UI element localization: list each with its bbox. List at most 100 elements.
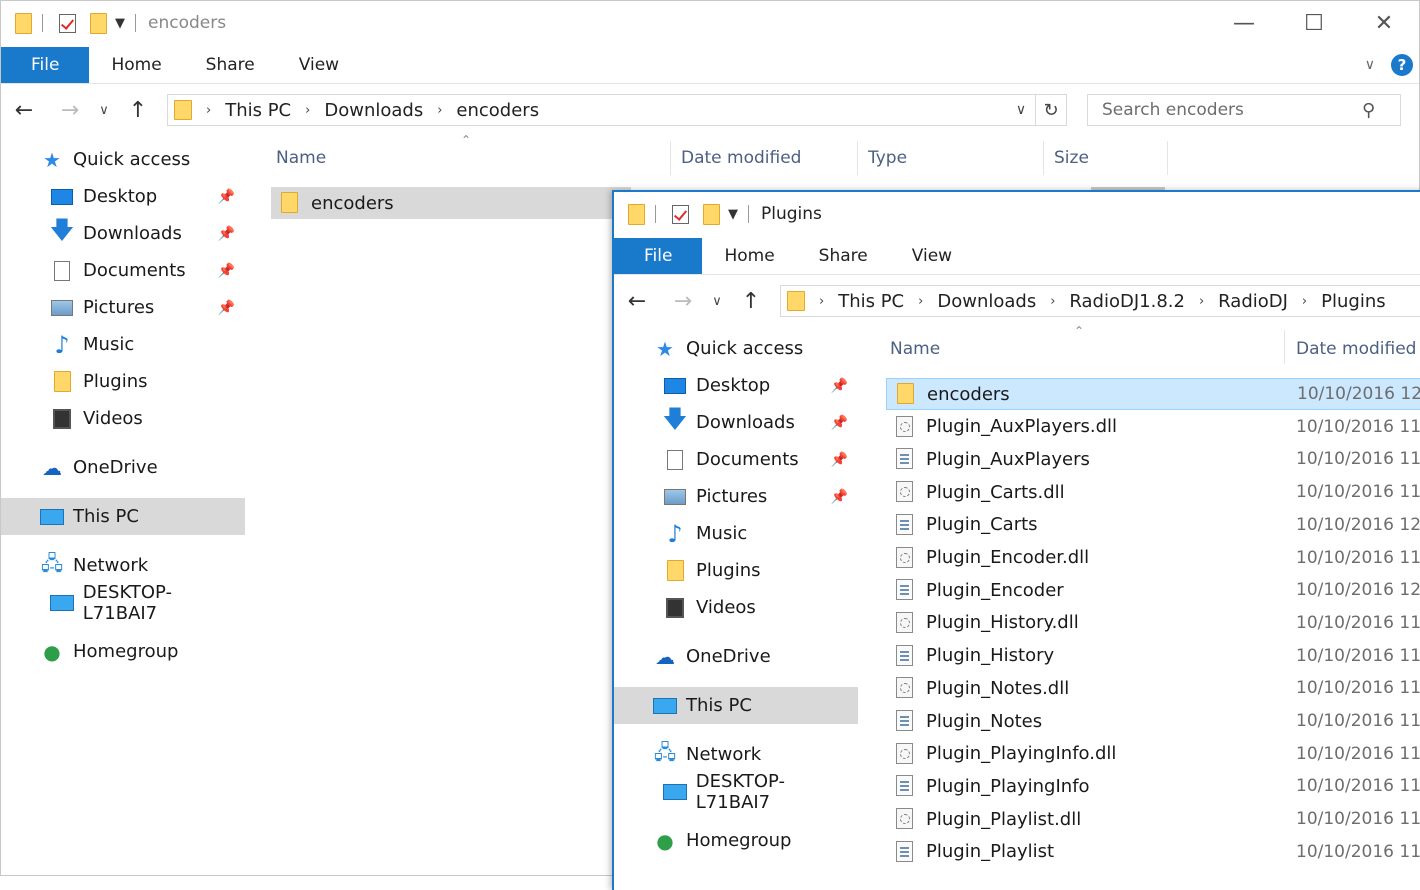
nav-plugins[interactable]: Plugins	[1, 363, 245, 400]
forward-arrow-icon[interactable]: →	[47, 98, 93, 123]
file-row[interactable]: Plugin_AuxPlayers.dll 10/10/2016 11:5	[886, 411, 1420, 443]
tab-view[interactable]: View	[890, 238, 974, 274]
nav-pictures[interactable]: Pictures 📌	[1, 289, 245, 326]
nav-documents[interactable]: Documents 📌	[614, 441, 858, 478]
nav-desktop[interactable]: Desktop 📌	[614, 367, 858, 404]
nav-this-pc[interactable]: This PC	[614, 687, 858, 724]
file-row[interactable]: encoders 10/10/2016 12:0	[886, 378, 1420, 410]
tab-view[interactable]: View	[277, 47, 361, 83]
column-header-type[interactable]: Type	[868, 143, 907, 173]
breadcrumb-chevron-icon[interactable]: ›	[1199, 294, 1204, 309]
back-arrow-icon[interactable]: ←	[1, 98, 47, 123]
column-header-date-modified[interactable]: Date modified	[1296, 334, 1416, 364]
nav-documents[interactable]: Documents 📌	[1, 252, 245, 289]
breadcrumb-chevron-icon[interactable]: ›	[1302, 294, 1307, 309]
nav-videos[interactable]: Videos	[614, 589, 858, 626]
close-button[interactable]: ✕	[1349, 11, 1419, 36]
column-divider[interactable]	[1043, 141, 1044, 175]
recent-locations-chevron-icon[interactable]: ∨	[93, 103, 115, 118]
pin-icon[interactable]: 📌	[831, 489, 848, 505]
file-row[interactable]: Plugin_Playlist.dll 10/10/2016 11:5	[886, 803, 1420, 835]
column-header-size[interactable]: Size	[1054, 143, 1089, 173]
tab-file[interactable]: File	[614, 238, 703, 274]
nav-downloads[interactable]: 🡇 Downloads 📌	[614, 404, 858, 441]
maximize-button[interactable]: ☐	[1279, 11, 1349, 36]
pin-icon[interactable]: 📌	[831, 452, 848, 468]
breadcrumb-chevron-icon[interactable]: ›	[206, 103, 211, 118]
breadcrumb-encoders[interactable]: encoders	[456, 100, 539, 121]
search-icon[interactable]: ⚲	[1362, 100, 1375, 121]
nav-network[interactable]: 🖧 Network	[614, 736, 858, 773]
file-row[interactable]: Plugin_Carts.dll 10/10/2016 11:5	[886, 476, 1420, 508]
address-bar[interactable]: › This PC › Downloads › encoders ∨ ↻	[167, 94, 1067, 126]
column-divider[interactable]	[670, 141, 671, 175]
column-divider[interactable]	[1167, 141, 1168, 175]
column-header-name[interactable]: Name	[276, 143, 326, 173]
forward-arrow-icon[interactable]: →	[660, 289, 706, 314]
nav-pictures[interactable]: Pictures 📌	[614, 478, 858, 515]
pin-icon[interactable]: 📌	[831, 378, 848, 394]
address-history-chevron-icon[interactable]: ∨	[1007, 102, 1035, 118]
breadcrumb-downloads[interactable]: Downloads	[937, 291, 1036, 312]
file-row[interactable]: Plugin_Carts 10/10/2016 12:1	[886, 509, 1420, 541]
breadcrumb-chevron-icon[interactable]: ›	[437, 103, 442, 118]
nav-onedrive[interactable]: ☁ OneDrive	[1, 449, 245, 486]
pin-icon[interactable]: 📌	[218, 189, 235, 205]
customize-toolbar-chevron-icon[interactable]: ▼	[115, 16, 125, 31]
file-row[interactable]: Plugin_Encoder 10/10/2016 12:0	[886, 574, 1420, 606]
file-row[interactable]: Plugin_Notes 10/10/2016 11:5	[886, 705, 1420, 737]
nav-homegroup[interactable]: ● Homegroup	[614, 822, 858, 859]
help-icon[interactable]: ?	[1391, 54, 1413, 76]
nav-this-pc[interactable]: This PC	[1, 498, 245, 535]
nav-desktop-pc[interactable]: DESKTOP-L71BAI7	[614, 771, 858, 813]
new-folder-icon[interactable]	[90, 12, 107, 34]
back-arrow-icon[interactable]: ←	[614, 289, 660, 314]
refresh-icon[interactable]: ↻	[1036, 100, 1066, 121]
address-bar[interactable]: › This PC › Downloads › RadioDJ1.8.2 › R…	[780, 285, 1420, 317]
tab-file[interactable]: File	[1, 47, 90, 83]
file-row[interactable]: Plugin_AuxPlayers 10/10/2016 11:5	[886, 443, 1420, 475]
search-input[interactable]	[1100, 99, 1354, 121]
column-divider[interactable]	[1284, 330, 1285, 364]
properties-icon[interactable]	[59, 13, 76, 33]
pin-icon[interactable]: 📌	[218, 263, 235, 279]
pin-icon[interactable]: 📌	[218, 226, 235, 242]
nav-desktop[interactable]: Desktop 📌	[1, 178, 245, 215]
breadcrumb-chevron-icon[interactable]: ›	[819, 294, 824, 309]
tab-home[interactable]: Home	[702, 238, 796, 274]
pin-icon[interactable]: 📌	[831, 415, 848, 431]
breadcrumb-this-pc[interactable]: This PC	[838, 291, 904, 312]
file-row[interactable]: Plugin_Playlist 10/10/2016 11:5	[886, 836, 1420, 868]
file-row[interactable]: Plugin_PlayingInfo.dll 10/10/2016 11:5	[886, 738, 1420, 770]
nav-quick-access[interactable]: ★ Quick access	[614, 330, 858, 367]
tab-share[interactable]: Share	[797, 238, 890, 274]
breadcrumb-chevron-icon[interactable]: ›	[1050, 294, 1055, 309]
breadcrumb-downloads[interactable]: Downloads	[324, 100, 423, 121]
file-row[interactable]: Plugin_Encoder.dll 10/10/2016 11:5	[886, 542, 1420, 574]
nav-music[interactable]: ♪ Music	[614, 515, 858, 552]
file-row[interactable]: encoders	[271, 187, 631, 219]
tab-share[interactable]: Share	[184, 47, 277, 83]
column-header-date-modified[interactable]: Date modified	[681, 143, 801, 173]
nav-plugins[interactable]: Plugins	[614, 552, 858, 589]
minimize-button[interactable]: —	[1209, 11, 1279, 36]
column-header-name[interactable]: Name	[890, 334, 940, 364]
breadcrumb-chevron-icon[interactable]: ›	[918, 294, 923, 309]
file-row[interactable]: Plugin_PlayingInfo 10/10/2016 11:5	[886, 770, 1420, 802]
nav-network[interactable]: 🖧 Network	[1, 547, 245, 584]
file-row[interactable]: Plugin_History 10/10/2016 11:5	[886, 640, 1420, 672]
nav-music[interactable]: ♪ Music	[1, 326, 245, 363]
breadcrumb-radiodj182[interactable]: RadioDJ1.8.2	[1069, 291, 1185, 312]
breadcrumb-this-pc[interactable]: This PC	[225, 100, 291, 121]
breadcrumb-radiodj[interactable]: RadioDJ	[1218, 291, 1288, 312]
column-divider[interactable]	[857, 141, 858, 175]
file-row[interactable]: Plugin_Notes.dll 10/10/2016 11:5	[886, 672, 1420, 704]
breadcrumb-chevron-icon[interactable]: ›	[305, 103, 310, 118]
nav-videos[interactable]: Videos	[1, 400, 245, 437]
nav-desktop-pc[interactable]: DESKTOP-L71BAI7	[1, 582, 245, 624]
customize-toolbar-chevron-icon[interactable]: ▼	[728, 207, 738, 222]
pin-icon[interactable]: 📌	[218, 300, 235, 316]
file-row[interactable]: Plugin_History.dll 10/10/2016 11:5	[886, 607, 1420, 639]
nav-downloads[interactable]: 🡇 Downloads 📌	[1, 215, 245, 252]
nav-onedrive[interactable]: ☁ OneDrive	[614, 638, 858, 675]
